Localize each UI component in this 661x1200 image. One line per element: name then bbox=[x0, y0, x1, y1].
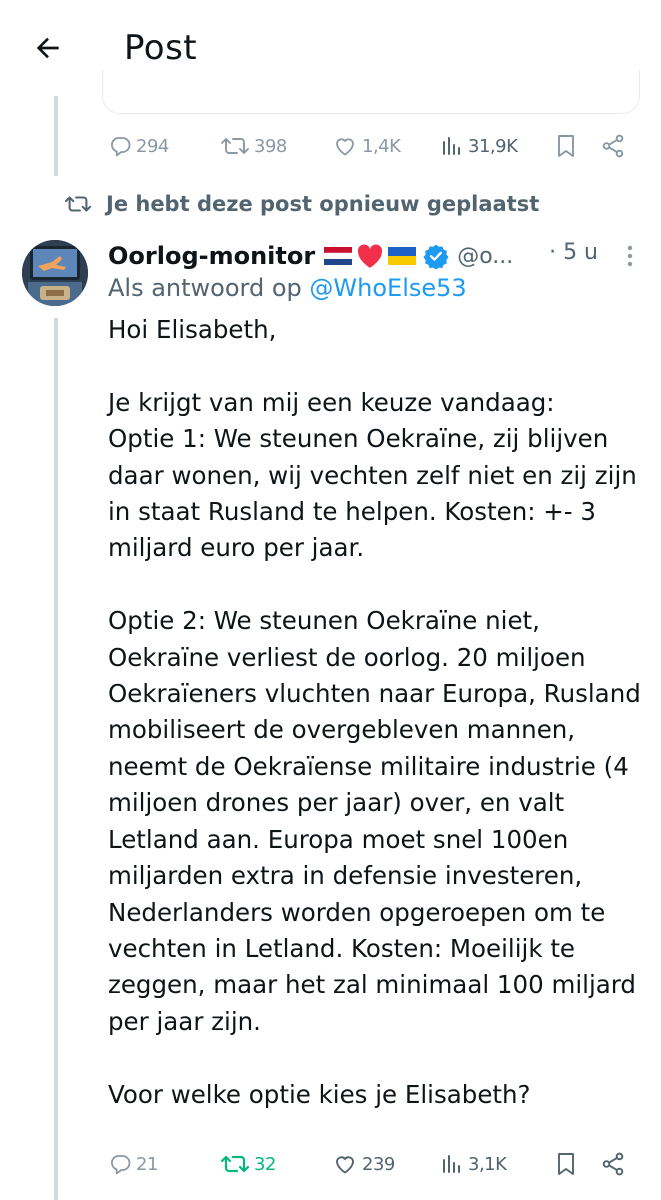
post-text: Hoi Elisabeth, Je krijgt van mij een keu… bbox=[108, 315, 641, 1109]
heart-icon bbox=[336, 1156, 354, 1174]
thread-line-bottom bbox=[54, 318, 58, 1200]
repost-count: 398 bbox=[254, 135, 287, 157]
repost-notice: Je hebt deze post opnieuw geplaatst bbox=[64, 192, 539, 216]
author-emojis bbox=[323, 243, 417, 269]
reply-count: 21 bbox=[136, 1153, 158, 1175]
post-header: Oorlog-monitor @o... · 5 u bbox=[108, 238, 638, 274]
heart-icon bbox=[336, 138, 354, 156]
verified-badge-icon bbox=[423, 244, 449, 269]
share-button[interactable] bbox=[600, 1151, 626, 1177]
red-heart-icon bbox=[358, 244, 383, 268]
bookmark-icon bbox=[558, 1153, 574, 1175]
views-button[interactable]: 31,9K bbox=[440, 134, 518, 158]
author-handle[interactable]: @o... bbox=[457, 244, 513, 269]
reply-button[interactable]: 21 bbox=[108, 1152, 158, 1176]
bookmark-button[interactable] bbox=[554, 133, 578, 159]
like-button[interactable]: 239 bbox=[332, 1152, 395, 1176]
back-button[interactable] bbox=[28, 28, 68, 68]
share-icon bbox=[602, 134, 624, 158]
repost-notice-text: Je hebt deze post opnieuw geplaatst bbox=[106, 192, 540, 216]
reply-prefix: Als antwoord op bbox=[108, 274, 310, 302]
page-title: Post bbox=[124, 28, 198, 68]
reply-icon bbox=[111, 137, 131, 157]
like-button[interactable]: 1,4K bbox=[332, 134, 401, 158]
repost-icon bbox=[220, 1155, 250, 1173]
thread-line-top bbox=[54, 96, 58, 176]
ukraine-flag-icon bbox=[388, 247, 417, 265]
avatar-image bbox=[22, 240, 88, 306]
netherlands-flag-icon bbox=[323, 247, 353, 265]
quoted-post-card[interactable] bbox=[102, 70, 640, 114]
author-name[interactable]: Oorlog-monitor bbox=[108, 242, 315, 270]
repost-icon bbox=[64, 196, 92, 212]
repost-count: 32 bbox=[254, 1153, 276, 1175]
share-icon bbox=[602, 1152, 624, 1176]
repost-button[interactable]: 398 bbox=[220, 134, 287, 158]
analytics-icon bbox=[443, 137, 460, 155]
reply-context: Als antwoord op @WhoElse53 bbox=[108, 274, 467, 302]
post-actions: 21 32 239 3,1K bbox=[104, 1144, 634, 1184]
arrow-left-icon bbox=[36, 37, 59, 59]
avatar[interactable] bbox=[22, 240, 88, 306]
views-button[interactable]: 3,1K bbox=[440, 1152, 507, 1176]
reply-icon bbox=[111, 1155, 131, 1175]
bookmark-icon bbox=[558, 135, 574, 157]
views-count: 31,9K bbox=[468, 135, 518, 157]
share-button[interactable] bbox=[600, 133, 626, 159]
post-time[interactable]: · 5 u bbox=[549, 240, 598, 265]
bookmark-button[interactable] bbox=[554, 1151, 578, 1177]
more-options-icon[interactable] bbox=[626, 244, 634, 268]
like-count: 1,4K bbox=[362, 135, 401, 157]
reply-count: 294 bbox=[136, 135, 169, 157]
analytics-icon bbox=[443, 1155, 460, 1173]
reply-mention-link[interactable]: @WhoElse53 bbox=[309, 274, 466, 302]
views-count: 3,1K bbox=[468, 1153, 507, 1175]
repost-button-active[interactable]: 32 bbox=[220, 1152, 276, 1176]
previous-post-actions: 294 398 1,4K 31,9K bbox=[104, 126, 634, 166]
repost-icon bbox=[221, 138, 249, 154]
reply-button[interactable]: 294 bbox=[108, 134, 169, 158]
like-count: 239 bbox=[362, 1153, 395, 1175]
